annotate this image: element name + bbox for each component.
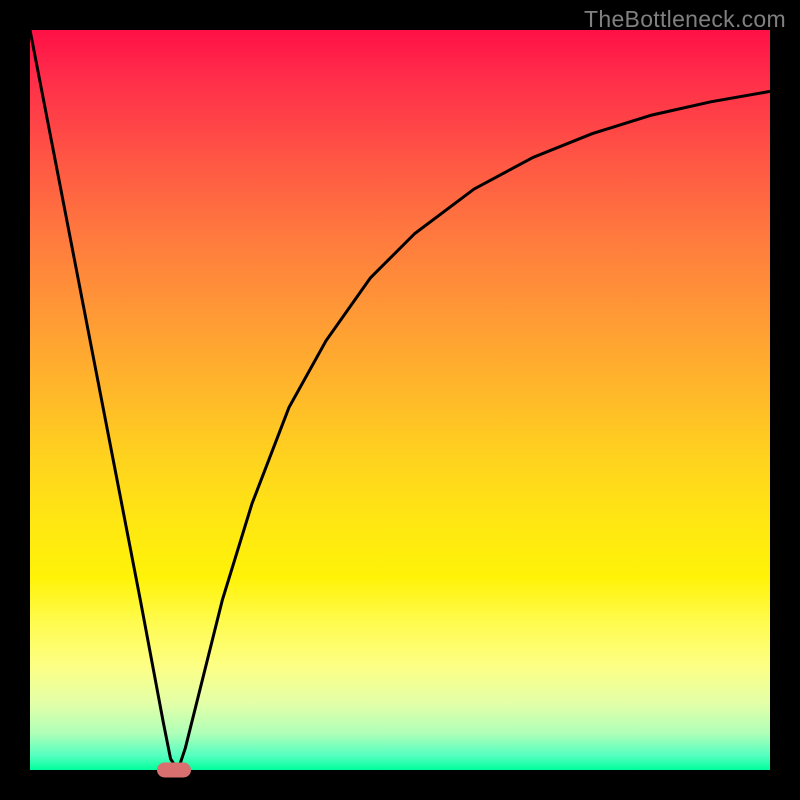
watermark-text: TheBottleneck.com <box>584 6 786 33</box>
minimum-marker <box>157 763 191 778</box>
chart-container: TheBottleneck.com <box>0 0 800 800</box>
plot-area <box>30 30 770 770</box>
curve-svg <box>30 30 770 770</box>
bottleneck-curve <box>30 30 770 770</box>
